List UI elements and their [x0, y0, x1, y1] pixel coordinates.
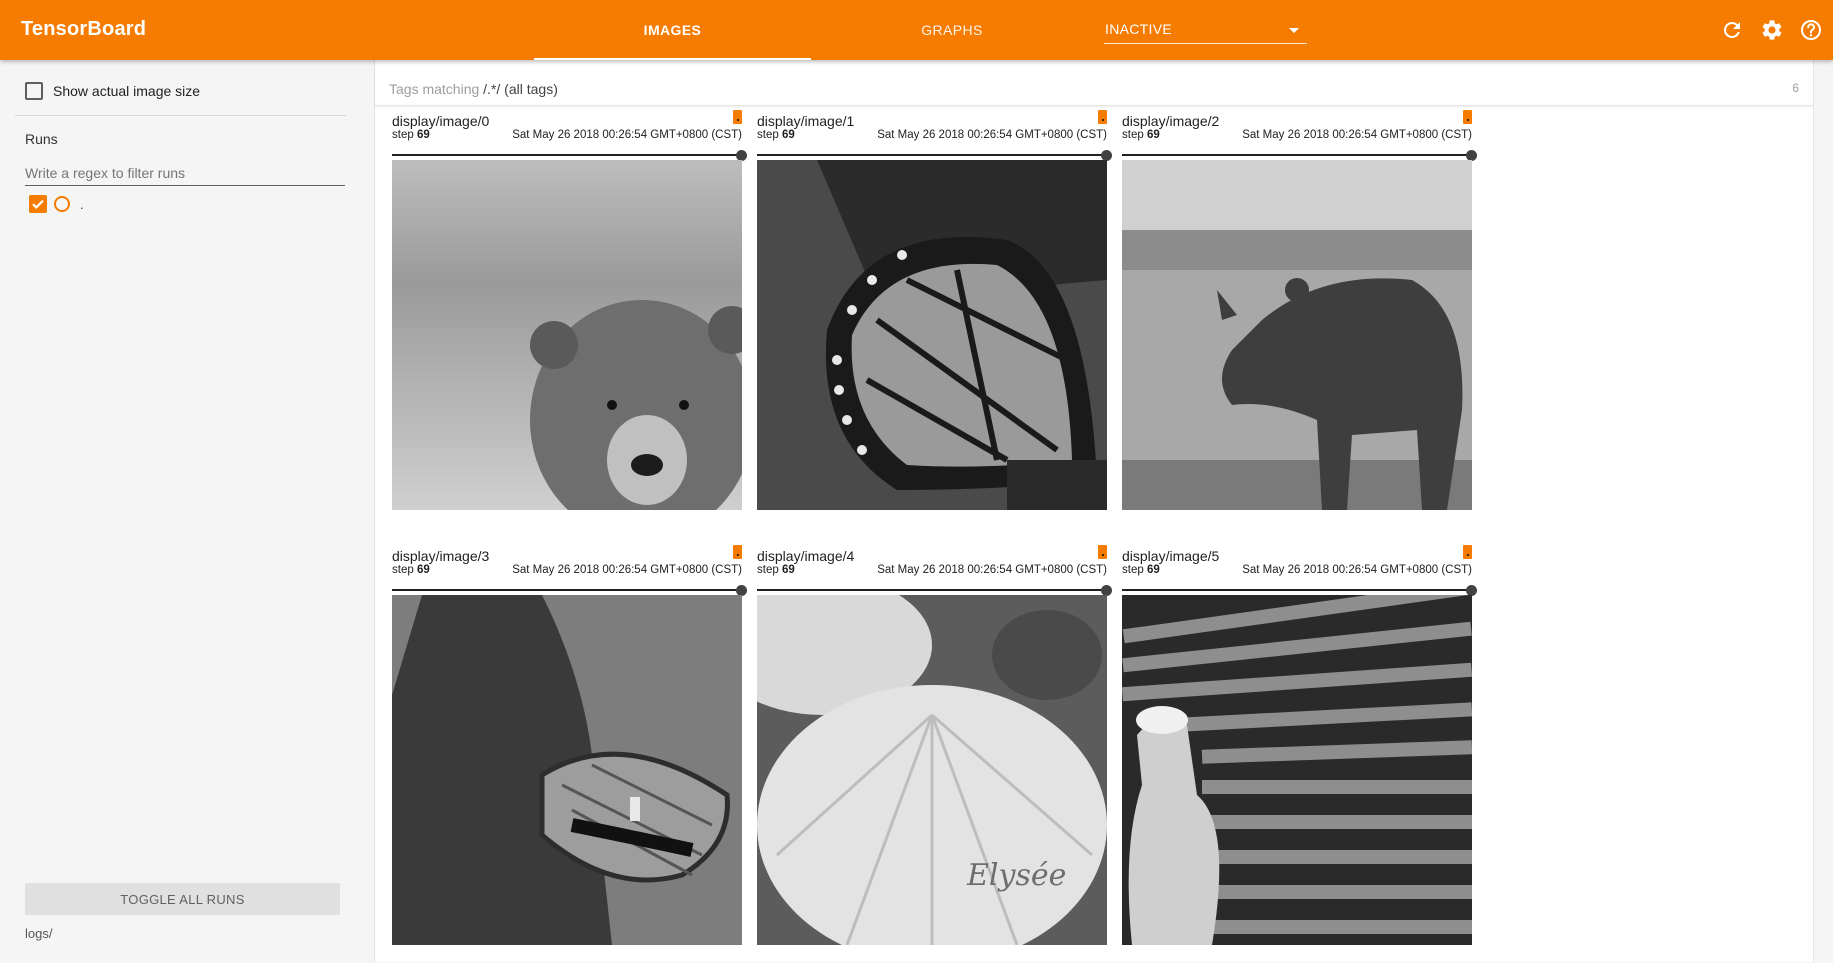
image-card: display/image/2 step 69 Sat May 26 2018 …	[1122, 110, 1477, 528]
app-title: TensorBoard	[21, 18, 147, 40]
run-color-badge-icon	[1098, 110, 1107, 124]
active-tab-indicator	[534, 58, 811, 60]
image-tag-title: display/image/2	[1122, 113, 1220, 129]
sidebar: Show actual image size Runs . TOGGLE ALL…	[0, 60, 375, 962]
run-name: .	[80, 196, 84, 212]
step-slider[interactable]	[1122, 585, 1477, 596]
umbrella-text: Elysée	[966, 858, 1066, 893]
run-color-badge-icon	[733, 110, 742, 124]
run-color-badge-icon	[733, 545, 742, 559]
image-card: display/image/3 step 69 Sat May 26 2018 …	[392, 545, 747, 963]
timestamp: Sat May 26 2018 00:26:54 GMT+0800 (CST)	[1242, 564, 1472, 576]
show-actual-size-label: Show actual image size	[53, 83, 201, 99]
main-content: Tags matching /.*/ (all tags) 6 display/…	[375, 60, 1833, 962]
step-value: 69	[781, 564, 795, 576]
timestamp: Sat May 26 2018 00:26:54 GMT+0800 (CST)	[512, 564, 742, 576]
tag-group-header[interactable]: Tags matching /.*/ (all tags) 6	[375, 72, 1813, 106]
checkbox-unchecked-icon	[25, 82, 43, 100]
timestamp: Sat May 26 2018 00:26:54 GMT+0800 (CST)	[877, 129, 1107, 141]
step-value: 69	[1146, 129, 1160, 141]
image-card: display/image/5 step 69 Sat May 26 2018 …	[1122, 545, 1477, 963]
logdir-label: logs/	[25, 926, 53, 941]
timestamp: Sat May 26 2018 00:26:54 GMT+0800 (CST)	[512, 129, 742, 141]
run-item[interactable]: .	[29, 195, 84, 213]
tab-graphs[interactable]: GRAPHS	[811, 0, 1093, 60]
run-color-circle-icon	[54, 196, 70, 212]
lumber-worker-photo	[1122, 595, 1472, 945]
step-value: 69	[781, 129, 795, 141]
step-slider[interactable]	[757, 150, 1112, 161]
tag-filter-text: Tags matching /.*/ (all tags)	[389, 81, 558, 97]
bear-photo	[392, 160, 742, 510]
run-color-badge-icon	[1098, 545, 1107, 559]
step-slider[interactable]	[392, 585, 747, 596]
umbrella-cafe-photo: Elysée	[757, 595, 1107, 945]
run-regex-filter-input[interactable]	[25, 160, 345, 186]
step-slider[interactable]	[757, 585, 1112, 596]
timestamp: Sat May 26 2018 00:26:54 GMT+0800 (CST)	[1242, 129, 1472, 141]
image-tag-title: display/image/3	[392, 548, 490, 564]
image-tag-title: display/image/4	[757, 548, 855, 564]
image-card: display/image/1 step 69 Sat May 26 2018 …	[757, 110, 1112, 528]
tab-images[interactable]: IMAGES	[534, 0, 811, 60]
settings-icon[interactable]	[1760, 18, 1784, 42]
top-toolbar: TensorBoard IMAGES GRAPHS INACTIVE	[0, 0, 1833, 60]
timestamp: Sat May 26 2018 00:26:54 GMT+0800 (CST)	[877, 564, 1107, 576]
run-color-badge-icon	[1463, 545, 1472, 559]
inactive-dashboards-dropdown[interactable]: INACTIVE	[1104, 18, 1307, 44]
image-card: display/image/0 step 69 Sat May 26 2018 …	[392, 110, 747, 528]
checkmark-icon	[32, 199, 44, 209]
toggle-all-runs-button[interactable]: TOGGLE ALL RUNS	[25, 883, 340, 915]
woman-basket-photo	[392, 595, 742, 945]
butterfly-photo	[757, 160, 1107, 510]
refresh-icon[interactable]	[1720, 18, 1744, 42]
step-slider[interactable]	[392, 150, 747, 161]
image-tag-title: display/image/0	[392, 113, 490, 129]
step-value: 69	[416, 564, 430, 576]
dropdown-selected-value: INACTIVE	[1105, 21, 1172, 37]
step-value: 69	[416, 129, 430, 141]
help-icon[interactable]	[1799, 18, 1823, 42]
runs-title: Runs	[25, 131, 58, 147]
tag-count: 6	[1792, 81, 1799, 95]
image-card: display/image/4 step 69 Sat May 26 2018 …	[757, 545, 1112, 963]
run-checkbox[interactable]	[29, 195, 47, 213]
image-tag-title: display/image/1	[757, 113, 855, 129]
sidebar-divider	[15, 115, 346, 116]
step-slider[interactable]	[1122, 150, 1477, 161]
rhino-photo	[1122, 160, 1472, 510]
image-tag-title: display/image/5	[1122, 548, 1220, 564]
main-right-gutter	[1813, 60, 1833, 962]
step-value: 69	[1146, 564, 1160, 576]
chevron-down-icon	[1289, 28, 1299, 33]
show-actual-size-checkbox[interactable]: Show actual image size	[25, 82, 200, 100]
run-color-badge-icon	[1463, 110, 1472, 124]
